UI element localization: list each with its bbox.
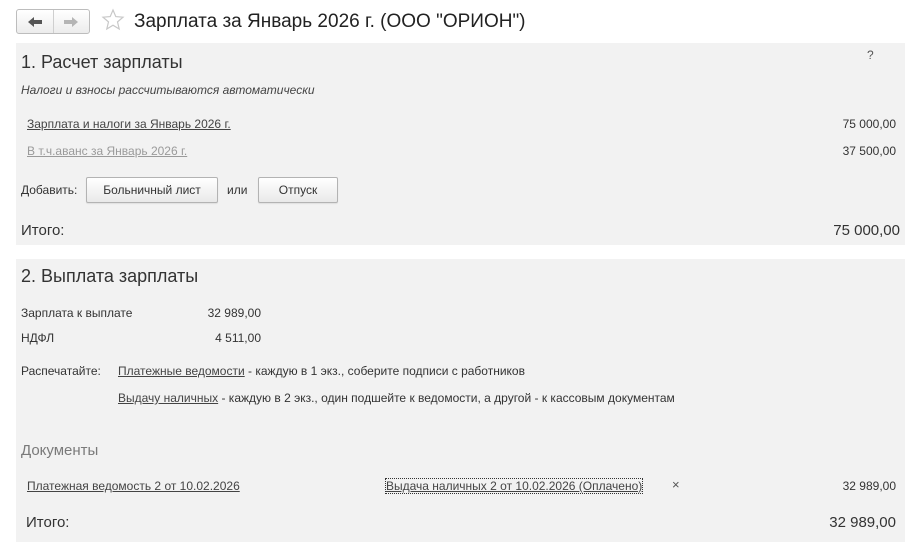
salary-to-pay-value: 32 989,00 xyxy=(207,306,261,320)
navigation-group xyxy=(16,9,90,34)
print-item-payroll: Платежные ведомости - каждую в 1 экз., с… xyxy=(118,364,525,378)
section1-total-value: 75 000,00 xyxy=(833,222,900,239)
salary-calculation-section: 1. Расчет зарплаты ? Налоги и взносы рас… xyxy=(16,43,905,245)
salary-and-taxes-value: 75 000,00 xyxy=(842,117,896,131)
page-title: Зарплата за Январь 2026 г. (ООО "ОРИОН") xyxy=(134,11,526,32)
forward-button[interactable] xyxy=(52,10,90,33)
documents-heading: Документы xyxy=(21,442,99,459)
advance-link[interactable]: В т.ч.аванс за Январь 2026 г. xyxy=(27,144,187,158)
section2-total-value: 32 989,00 xyxy=(829,514,896,531)
payroll-statements-link[interactable]: Платежные ведомости xyxy=(118,364,245,378)
back-button[interactable] xyxy=(17,10,53,33)
ndfl-value: 4 511,00 xyxy=(215,331,261,345)
section1-total-label: Итого: xyxy=(21,222,65,239)
or-label: или xyxy=(227,183,248,197)
arrow-right-icon xyxy=(64,16,79,27)
cash-issue-link[interactable]: Выдачу наличных xyxy=(118,391,218,405)
advance-value: 37 500,00 xyxy=(842,144,896,158)
arrow-left-icon xyxy=(27,16,42,27)
document-amount: 32 989,00 xyxy=(842,479,896,493)
star-icon[interactable] xyxy=(101,8,125,32)
taxes-hint: Налоги и взносы рассчитываются автоматич… xyxy=(21,83,315,97)
cash-issue-document-link[interactable]: Выдача наличных 2 от 10.02.2026 (Оплачен… xyxy=(384,478,644,494)
cash-issue-note: - каждую в 2 экз., один подшейте к ведом… xyxy=(218,391,675,405)
add-label: Добавить: xyxy=(21,183,78,197)
print-label: Распечатайте: xyxy=(21,364,101,378)
section2-total-label: Итого: xyxy=(26,514,70,531)
print-item-cash: Выдачу наличных - каждую в 2 экз., один … xyxy=(118,391,675,405)
help-button[interactable]: ? xyxy=(867,48,874,62)
salary-payment-section: 2. Выплата зарплаты Зарплата к выплате 3… xyxy=(16,259,905,542)
section2-title: 2. Выплата зарплаты xyxy=(21,266,199,286)
vacation-button[interactable]: Отпуск xyxy=(258,177,338,203)
payroll-statement-document-link[interactable]: Платежная ведомость 2 от 10.02.2026 xyxy=(27,479,240,493)
sick-leave-button[interactable]: Больничный лист xyxy=(86,177,218,203)
salary-and-taxes-link[interactable]: Зарплата и налоги за Январь 2026 г. xyxy=(27,117,231,131)
salary-to-pay-label: Зарплата к выплате xyxy=(21,306,133,320)
remove-document-icon[interactable]: × xyxy=(672,477,680,492)
ndfl-label: НДФЛ xyxy=(21,331,55,345)
payroll-statements-note: - каждую в 1 экз., соберите подписи с ра… xyxy=(244,364,525,378)
section1-title: 1. Расчет зарплаты xyxy=(21,52,183,72)
